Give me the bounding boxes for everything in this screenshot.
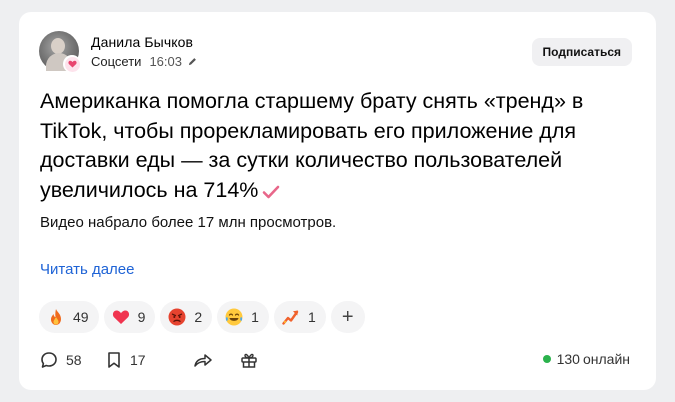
angry-face-icon <box>168 308 186 326</box>
post-title[interactable]: Американка помогла старшему брату снять … <box>40 87 630 207</box>
reaction-angry[interactable]: 2 <box>160 301 213 333</box>
bookmark-icon <box>108 352 120 368</box>
pencil-icon <box>188 57 197 66</box>
author-name[interactable]: Данила Бычков <box>91 34 193 50</box>
comments-button[interactable]: 58 <box>40 351 82 369</box>
add-reaction-button[interactable]: + <box>330 301 365 333</box>
subscribe-button[interactable]: Подписаться <box>531 38 632 66</box>
reaction-heart[interactable]: 9 <box>103 301 156 333</box>
post-meta: Соцсети 16:03 <box>91 54 197 69</box>
share-button[interactable] <box>193 351 221 369</box>
online-count: 130 <box>556 351 580 367</box>
post-subtitle: Видео набрало более 17 млн просмотров. <box>40 214 337 231</box>
comments-count: 58 <box>66 352 82 368</box>
reaction-count: 2 <box>194 309 203 325</box>
fire-icon <box>47 308 65 326</box>
gift-icon <box>241 353 257 368</box>
avatar[interactable] <box>39 31 81 73</box>
online-dot-icon <box>542 355 551 363</box>
reaction-count: 49 <box>73 309 89 325</box>
laughing-crying-face-icon <box>225 308 243 326</box>
reaction-laughing[interactable]: 1 <box>217 301 269 333</box>
post-card: Данила Бычков Соцсети 16:03 Подписаться … <box>19 12 656 390</box>
reaction-chart[interactable]: 1 <box>273 301 326 333</box>
post-footer: 58 17 130 онлайн <box>40 351 630 371</box>
reaction-count: 9 <box>137 309 146 325</box>
plus-icon: + <box>341 305 354 328</box>
read-more-link[interactable]: Читать далее <box>40 261 134 278</box>
gift-button[interactable] <box>240 351 266 369</box>
avatar-face <box>51 38 65 54</box>
post-header: Данила Бычков Соцсети 16:03 Подписаться <box>39 31 632 73</box>
online-label: онлайн <box>582 351 630 367</box>
share-arrow-icon <box>194 354 212 367</box>
reactions-bar: 49 9 2 1 1 + <box>39 301 365 333</box>
reaction-count: 1 <box>307 309 316 325</box>
heart-badge-icon <box>63 55 81 73</box>
comment-bubble-icon <box>41 352 57 368</box>
bookmarks-button[interactable]: 17 <box>106 351 146 369</box>
online-indicator: 130 онлайн <box>542 351 630 367</box>
post-time: 16:03 <box>149 54 182 69</box>
community-link[interactable]: Соцсети <box>91 54 141 69</box>
reaction-count: 1 <box>251 309 259 325</box>
chart-rising-icon <box>282 308 300 326</box>
heart-icon <box>112 308 130 326</box>
post-title-text[interactable]: Американка помогла старшему брату снять … <box>40 89 583 202</box>
reaction-fire[interactable]: 49 <box>39 301 99 333</box>
checkmark-icon <box>262 178 280 208</box>
bookmarks-count: 17 <box>130 352 146 368</box>
